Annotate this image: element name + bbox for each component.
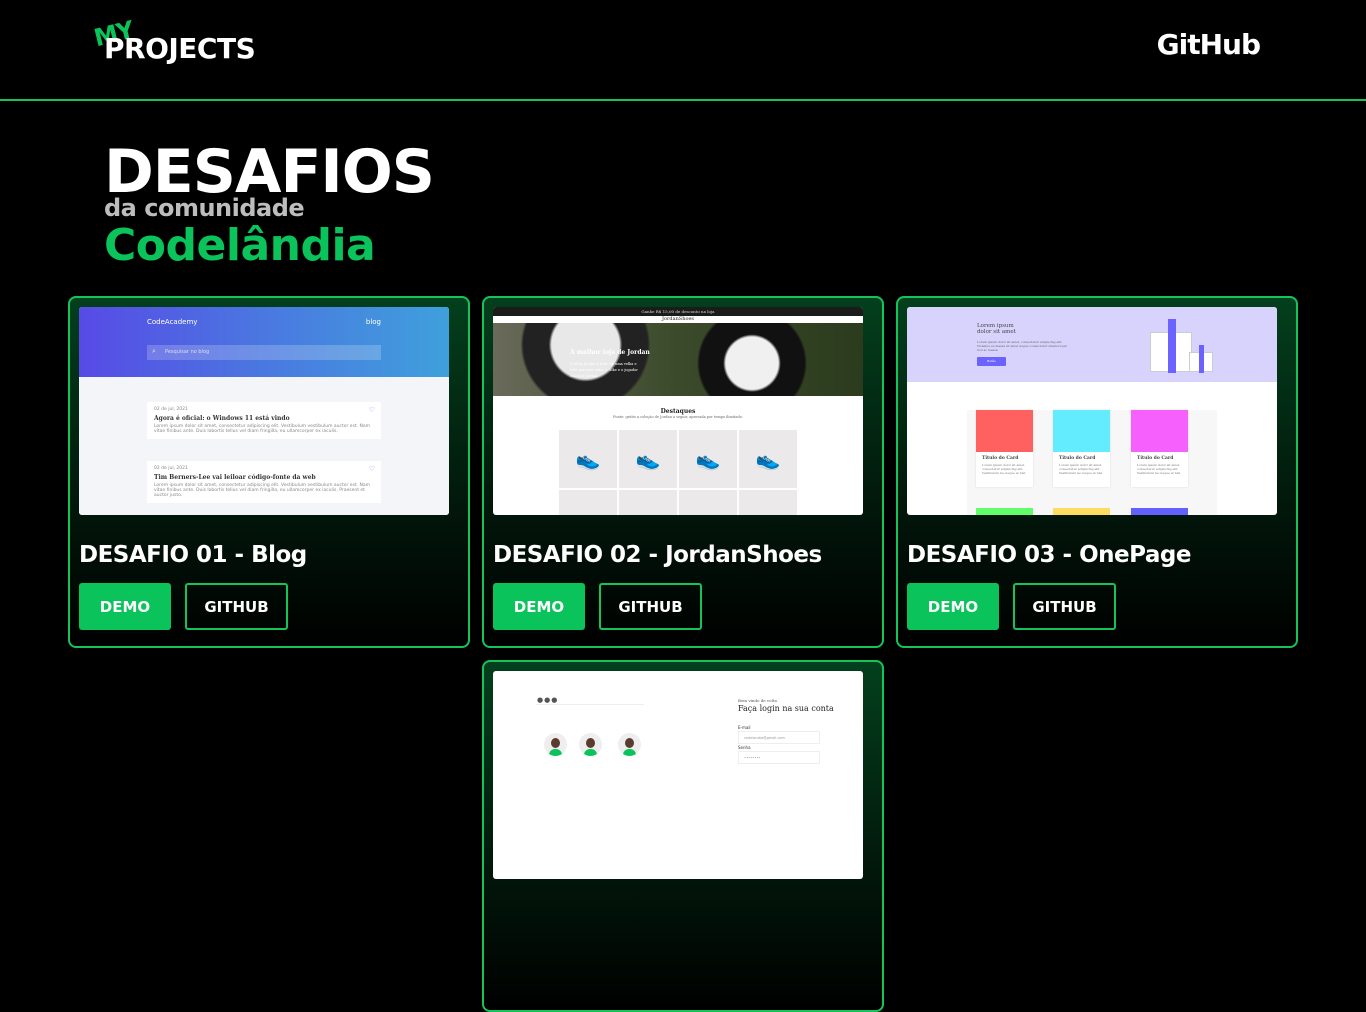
thumb-password-label: Senha <box>738 745 751 750</box>
shoe-image: 👟 <box>679 430 737 488</box>
card-text: Lorem ipsum dolor sit amet, consectetur … <box>1137 463 1181 475</box>
thumb-brand: JordanShoes <box>493 316 863 323</box>
thumb-post: ♡ 02 de jul, 2021 Tim Berners-Lee vai le… <box>147 461 381 503</box>
project-title: DESAFIO 03 - OnePage <box>907 542 1191 568</box>
post-title: Tim Berners-Lee vai leiloar código-fonte… <box>154 474 316 481</box>
search-icon: ⌕ <box>152 347 156 355</box>
thumb-search-placeholder: Pesquisar no blog <box>165 349 210 355</box>
thumb-section-sub: Fonte: grátis a coleção de Jordan a segu… <box>613 415 743 419</box>
thumb-brand: CodeAcademy <box>147 318 198 326</box>
heart-icon: ♡ <box>368 465 375 473</box>
github-button[interactable]: GITHUB <box>599 583 702 630</box>
card-text: Lorem ipsum dolor sit amet, consectetur … <box>1059 463 1103 475</box>
shoe-image <box>559 490 617 515</box>
logo[interactable]: MY PROJECTS <box>91 16 294 68</box>
thumb-login-heading: Faça login na sua conta <box>738 704 834 713</box>
thumb-welcome: Bem vindo de volta <box>738 698 777 703</box>
demo-button[interactable]: DEMO <box>79 583 171 630</box>
heart-icon: ♡ <box>368 406 375 414</box>
github-nav-link[interactable]: GitHub <box>1157 28 1261 61</box>
github-button[interactable]: GITHUB <box>1013 583 1116 630</box>
logo-projects: PROJECTS <box>104 32 256 65</box>
thumb-post: ♡ 02 de jul, 2021 Agora é oficial: o Win… <box>147 402 381 439</box>
post-date: 02 de jul, 2021 <box>154 466 188 471</box>
avatar <box>544 733 567 756</box>
thumb-hero-title: A melhor loja de Jordan <box>570 349 650 356</box>
thumb-topbar: Ganhe R$ 15,00 de desconto na loja <box>493 307 863 316</box>
thumb-hero-text: Lorem ipsum dolor sit amet, consectetur … <box>977 340 1067 352</box>
card-title: Título do Card <box>1137 456 1174 461</box>
project-card-blog: CodeAcademy blog ⌕ Pesquisar no blog ♡ 02… <box>68 296 470 648</box>
gift-illustration <box>1189 345 1213 373</box>
post-date: 02 de jul, 2021 <box>154 407 188 412</box>
thumb-product-grid: 👟 👟 👟 👟 <box>559 430 797 515</box>
hero: DESAFIOS da comunidade Codelândia <box>104 140 435 272</box>
thumb-email-input: codelandia@gmail.com <box>738 731 820 744</box>
thumb-search: ⌕ Pesquisar no blog <box>147 345 381 360</box>
project-title: DESAFIO 01 - Blog <box>79 542 307 568</box>
dots-icon: ●●● <box>537 696 559 704</box>
project-thumbnail[interactable]: Ganhe R$ 15,00 de desconto na loja Jorda… <box>493 307 863 515</box>
project-card-jordanshoes: Ganhe R$ 15,00 de desconto na loja Jorda… <box>482 296 884 648</box>
card-title: Título do Card <box>1059 456 1096 461</box>
project-thumbnail[interactable]: ●●● Bem vindo de volta Faça login na sua… <box>493 671 863 879</box>
thumb-hero-title: Lorem ipsum dolor sit amet <box>977 323 1016 335</box>
hero-highlight: Codelândia <box>104 220 376 271</box>
shoe-image <box>679 490 737 515</box>
thumb-hero-text: O tênis Jordan é fruto de uma velha e be… <box>570 362 638 378</box>
demo-button[interactable]: DEMO <box>493 583 585 630</box>
project-title: DESAFIO 02 - JordanShoes <box>493 542 822 568</box>
thumb-section-title: Destaques <box>660 408 696 415</box>
card-text: Lorem ipsum dolor sit amet, consectetur … <box>982 463 1026 475</box>
project-thumbnail[interactable]: Lorem ipsum dolor sit amet Lorem ipsum d… <box>907 307 1277 515</box>
card-title: Título do Card <box>982 456 1019 461</box>
demo-button[interactable]: DEMO <box>907 583 999 630</box>
thumb-hero-image: A melhor loja de Jordan O tênis Jordan é… <box>493 323 863 396</box>
post-text: Lorem ipsum dolor sit amet, consectetur … <box>154 483 371 498</box>
project-card-login: ●●● Bem vindo de volta Faça login na sua… <box>482 660 884 1012</box>
shoe-image: 👟 <box>559 430 617 488</box>
thumb-password-input: •••••••• <box>738 751 820 764</box>
thumb-cards: Título do Card Lorem ipsum dolor sit amet… <box>967 410 1217 515</box>
shoe-image: 👟 <box>619 430 677 488</box>
shoe-image: 👟 <box>739 430 797 488</box>
post-text: Lorem ipsum dolor sit amet, consectetur … <box>154 424 371 434</box>
thumb-email-label: E-mail <box>738 725 751 730</box>
post-title: Agora é oficial: o Windows 11 está vindo <box>154 415 290 422</box>
shoe-image <box>739 490 797 515</box>
project-thumbnail[interactable]: CodeAcademy blog ⌕ Pesquisar no blog ♡ 02… <box>79 307 449 515</box>
header: MY PROJECTS GitHub <box>0 0 1366 101</box>
avatar <box>618 733 641 756</box>
avatar <box>579 733 602 756</box>
thumb-nav: blog <box>365 318 381 326</box>
shoe-image <box>619 490 677 515</box>
github-button[interactable]: GITHUB <box>185 583 288 630</box>
thumb-hero-button: Botão <box>977 357 1006 366</box>
gift-illustration <box>1150 319 1192 373</box>
project-card-onepage: Lorem ipsum dolor sit amet Lorem ipsum d… <box>896 296 1298 648</box>
